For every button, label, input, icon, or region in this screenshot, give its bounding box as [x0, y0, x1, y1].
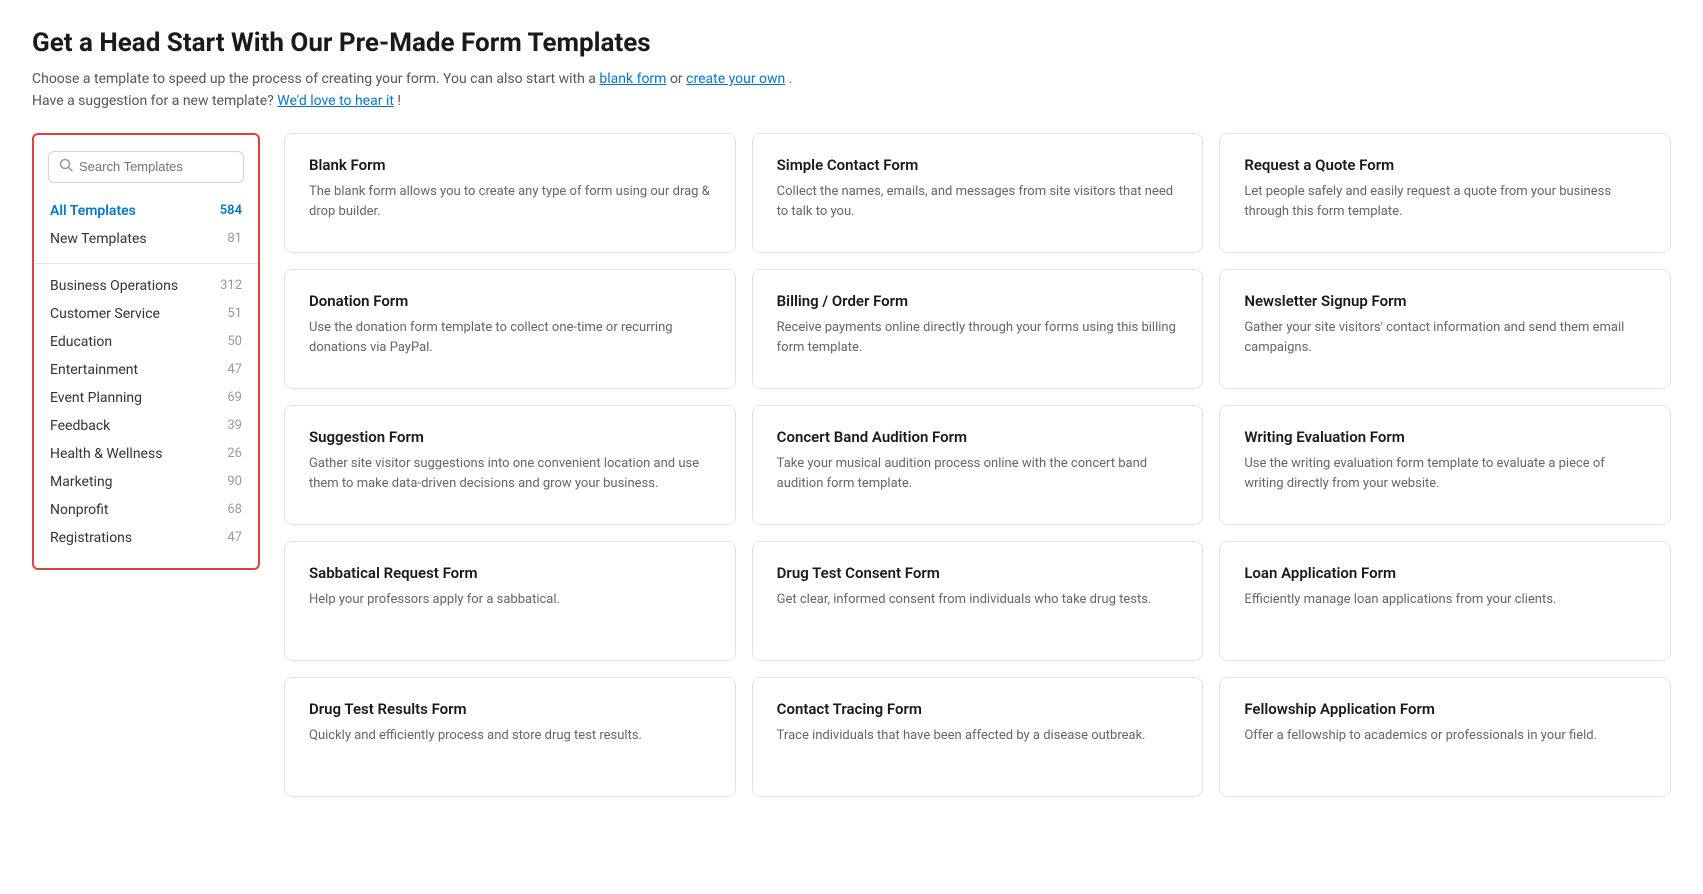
sidebar-item-event-planning[interactable]: Event Planning 69: [34, 384, 258, 412]
template-card-title: Simple Contact Form: [777, 156, 1179, 174]
template-card[interactable]: Billing / Order Form Receive payments on…: [752, 269, 1204, 389]
sidebar-item-nonprofit[interactable]: Nonprofit 68: [34, 496, 258, 524]
template-card-desc: Gather site visitor suggestions into one…: [309, 454, 711, 494]
sidebar-item-feedback[interactable]: Feedback 39: [34, 412, 258, 440]
main-layout: All Templates 584 New Templates 81 Busin…: [32, 133, 1671, 797]
search-icon: [59, 158, 73, 176]
sidebar-cat-label: Marketing: [50, 474, 113, 490]
sidebar-cat-label: Nonprofit: [50, 502, 109, 518]
sidebar-item-customer-service[interactable]: Customer Service 51: [34, 300, 258, 328]
template-card[interactable]: Newsletter Signup Form Gather your site …: [1219, 269, 1671, 389]
sidebar-item-entertainment[interactable]: Entertainment 47: [34, 356, 258, 384]
sidebar-item-new-templates[interactable]: New Templates 81: [34, 225, 258, 253]
sidebar-categories: Business Operations 312 Customer Service…: [34, 272, 258, 552]
sidebar-count-all: 584: [220, 203, 242, 218]
template-card[interactable]: Request a Quote Form Let people safely a…: [1219, 133, 1671, 253]
template-card[interactable]: Drug Test Consent Form Get clear, inform…: [752, 541, 1204, 661]
template-card[interactable]: Loan Application Form Efficiently manage…: [1219, 541, 1671, 661]
blank-form-link[interactable]: blank form: [599, 71, 666, 87]
sidebar-item-all-templates[interactable]: All Templates 584: [34, 197, 258, 225]
template-card[interactable]: Fellowship Application Form Offer a fell…: [1219, 677, 1671, 797]
sidebar-item-marketing[interactable]: Marketing 90: [34, 468, 258, 496]
sidebar-cat-label: Business Operations: [50, 278, 178, 294]
create-own-link[interactable]: create your own: [686, 71, 785, 87]
sidebar-item-registrations[interactable]: Registrations 47: [34, 524, 258, 552]
template-card[interactable]: Donation Form Use the donation form temp…: [284, 269, 736, 389]
template-card[interactable]: Contact Tracing Form Trace individuals t…: [752, 677, 1204, 797]
template-card-desc: Get clear, informed consent from individ…: [777, 590, 1179, 610]
sidebar-cat-count: 47: [227, 530, 242, 545]
template-card-desc: Efficiently manage loan applications fro…: [1244, 590, 1646, 610]
template-card-title: Blank Form: [309, 156, 711, 174]
sidebar-item-business-operations[interactable]: Business Operations 312: [34, 272, 258, 300]
template-card[interactable]: Simple Contact Form Collect the names, e…: [752, 133, 1204, 253]
sidebar-item-education[interactable]: Education 50: [34, 328, 258, 356]
sidebar-label-new: New Templates: [50, 231, 147, 247]
template-card-desc: Take your musical audition process onlin…: [777, 454, 1179, 494]
sidebar-cat-label: Event Planning: [50, 390, 142, 406]
template-card-desc: Trace individuals that have been affecte…: [777, 726, 1179, 746]
sidebar-cat-count: 69: [227, 390, 242, 405]
template-card-title: Donation Form: [309, 292, 711, 310]
template-card[interactable]: Suggestion Form Gather site visitor sugg…: [284, 405, 736, 525]
sidebar: All Templates 584 New Templates 81 Busin…: [32, 133, 260, 570]
sidebar-cat-count: 68: [227, 502, 242, 517]
sidebar-cat-count: 50: [227, 334, 242, 349]
template-card[interactable]: Blank Form The blank form allows you to …: [284, 133, 736, 253]
template-card-title: Newsletter Signup Form: [1244, 292, 1646, 310]
template-card-desc: Collect the names, emails, and messages …: [777, 182, 1179, 222]
sidebar-cat-count: 39: [227, 418, 242, 433]
page-title: Get a Head Start With Our Pre-Made Form …: [32, 28, 1671, 58]
template-card-desc: Gather your site visitors' contact infor…: [1244, 318, 1646, 358]
template-card-desc: Quickly and efficiently process and stor…: [309, 726, 711, 746]
template-card-desc: Use the writing evaluation form template…: [1244, 454, 1646, 494]
sidebar-cat-count: 312: [220, 278, 242, 293]
template-card-title: Suggestion Form: [309, 428, 711, 446]
template-card-title: Concert Band Audition Form: [777, 428, 1179, 446]
search-input[interactable]: [79, 159, 233, 174]
sidebar-divider: [34, 263, 258, 264]
sidebar-cat-label: Customer Service: [50, 306, 160, 322]
template-card[interactable]: Sabbatical Request Form Help your profes…: [284, 541, 736, 661]
template-card[interactable]: Drug Test Results Form Quickly and effic…: [284, 677, 736, 797]
template-card-desc: Let people safely and easily request a q…: [1244, 182, 1646, 222]
sidebar-cat-label: Registrations: [50, 530, 132, 546]
sidebar-label-all: All Templates: [50, 203, 136, 219]
sidebar-count-new: 81: [227, 231, 242, 246]
template-card[interactable]: Writing Evaluation Form Use the writing …: [1219, 405, 1671, 525]
template-card-title: Drug Test Consent Form: [777, 564, 1179, 582]
page-container: Get a Head Start With Our Pre-Made Form …: [0, 0, 1703, 825]
template-card-desc: Receive payments online directly through…: [777, 318, 1179, 358]
sidebar-cat-label: Feedback: [50, 418, 110, 434]
template-grid: Blank Form The blank form allows you to …: [284, 133, 1671, 797]
sidebar-cat-count: 90: [227, 474, 242, 489]
search-box[interactable]: [48, 151, 244, 183]
template-card-desc: The blank form allows you to create any …: [309, 182, 711, 222]
sidebar-cat-count: 26: [227, 446, 242, 461]
template-card-title: Billing / Order Form: [777, 292, 1179, 310]
template-card-desc: Use the donation form template to collec…: [309, 318, 711, 358]
template-card[interactable]: Concert Band Audition Form Take your mus…: [752, 405, 1204, 525]
sidebar-cat-count: 47: [227, 362, 242, 377]
template-card-title: Loan Application Form: [1244, 564, 1646, 582]
sidebar-cat-label: Health & Wellness: [50, 446, 162, 462]
sidebar-cat-count: 51: [227, 306, 242, 321]
template-card-desc: Help your professors apply for a sabbati…: [309, 590, 711, 610]
sidebar-item-health---wellness[interactable]: Health & Wellness 26: [34, 440, 258, 468]
template-card-title: Request a Quote Form: [1244, 156, 1646, 174]
template-card-title: Sabbatical Request Form: [309, 564, 711, 582]
template-card-title: Drug Test Results Form: [309, 700, 711, 718]
template-card-title: Contact Tracing Form: [777, 700, 1179, 718]
template-card-title: Fellowship Application Form: [1244, 700, 1646, 718]
template-card-title: Writing Evaluation Form: [1244, 428, 1646, 446]
suggest-link[interactable]: We'd love to hear it: [277, 93, 394, 109]
sidebar-cat-label: Education: [50, 334, 112, 350]
sidebar-cat-label: Entertainment: [50, 362, 138, 378]
template-card-desc: Offer a fellowship to academics or profe…: [1244, 726, 1646, 746]
page-subtitle: Choose a template to speed up the proces…: [32, 68, 1671, 113]
